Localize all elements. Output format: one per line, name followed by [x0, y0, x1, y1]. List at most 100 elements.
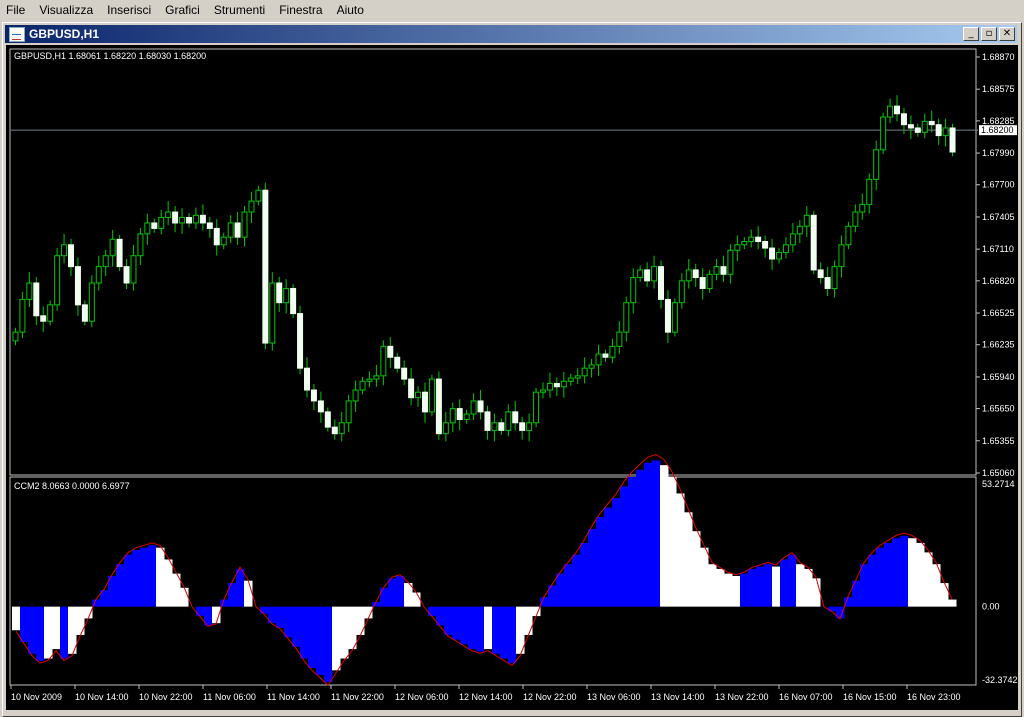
candle: [102, 249, 109, 276]
time-axis-label: 10 Nov 2009: [11, 692, 62, 702]
time-axis-label: 13 Nov 22:00: [715, 692, 769, 702]
histogram-bar: [12, 606, 21, 631]
histogram-bar: [684, 512, 693, 607]
histogram-bar: [60, 606, 69, 659]
candle: [602, 349, 609, 362]
candle: [463, 409, 470, 424]
histogram-bar: [276, 606, 285, 628]
histogram-bar: [492, 606, 501, 654]
histogram-bar: [668, 476, 677, 607]
histogram-bar: [324, 606, 333, 683]
candle: [283, 279, 290, 314]
histogram-bar: [244, 580, 253, 607]
time-axis-label: 16 Nov 23:00: [907, 692, 961, 702]
menu-grafici[interactable]: Grafici: [159, 3, 208, 17]
candle: [428, 374, 435, 417]
histogram-bar: [916, 542, 925, 607]
histogram-bar: [76, 606, 85, 635]
chart-canvas[interactable]: 1.688701.685751.682851.679901.677001.674…: [6, 45, 1018, 710]
histogram-bar: [884, 542, 893, 607]
histogram-bar: [876, 547, 885, 607]
window-titlebar[interactable]: GBPUSD,H1 _ ▫ ✕: [5, 25, 1017, 43]
price-axis-label: 1.67405: [982, 212, 1015, 222]
candle: [942, 118, 949, 147]
candle: [762, 235, 769, 258]
histogram-bar: [332, 606, 341, 671]
candle: [95, 255, 102, 291]
candle: [387, 337, 394, 369]
candle: [644, 262, 651, 287]
histogram-bar: [284, 606, 293, 638]
candle: [651, 255, 658, 289]
candle: [658, 260, 664, 309]
histogram-bar: [796, 564, 805, 607]
histogram-bar: [388, 578, 397, 607]
price-axis-label: 1.67700: [982, 180, 1015, 190]
candle: [248, 191, 255, 223]
candle: [470, 393, 477, 421]
candle: [810, 210, 817, 275]
histogram-bar: [660, 465, 669, 607]
histogram-bar: [588, 528, 597, 607]
histogram-bar: [908, 538, 917, 607]
candle: [505, 404, 512, 437]
histogram-bar: [620, 486, 629, 607]
time-axis-label: 13 Nov 06:00: [587, 692, 641, 702]
time-axis-label: 12 Nov 06:00: [395, 692, 449, 702]
candle: [144, 213, 151, 245]
candle: [415, 386, 422, 407]
candle: [61, 233, 68, 264]
candle: [269, 272, 276, 351]
candle: [449, 402, 456, 433]
restore-button[interactable]: ▫: [981, 27, 997, 41]
histogram-bar: [756, 566, 765, 607]
candle: [560, 372, 567, 398]
candle: [192, 207, 199, 229]
histogram-bar: [116, 564, 125, 607]
histogram-bar: [724, 573, 733, 607]
candle: [352, 380, 359, 412]
price-axis-label: 1.66820: [982, 276, 1015, 286]
histogram-bar: [892, 538, 901, 607]
histogram-bar: [940, 583, 949, 607]
price-axis-label: 1.66235: [982, 340, 1015, 350]
menu-visualizza[interactable]: Visualizza: [33, 3, 101, 17]
histogram-bar: [948, 599, 957, 607]
candle: [803, 206, 810, 238]
histogram-bar: [652, 460, 661, 607]
time-axis-label: 16 Nov 15:00: [843, 692, 897, 702]
candle: [907, 115, 914, 139]
histogram-bar: [556, 573, 565, 607]
candle: [12, 327, 19, 346]
candle: [172, 206, 179, 233]
price-axis-label: 1.67990: [982, 148, 1015, 158]
candle: [484, 405, 491, 440]
histogram-bar: [700, 547, 709, 607]
histogram-bar: [476, 606, 485, 652]
histogram-bar: [580, 542, 589, 607]
candle: [581, 357, 588, 384]
menu-file[interactable]: File: [0, 3, 33, 17]
candle: [179, 208, 186, 234]
histogram-bar: [484, 606, 493, 650]
candle: [887, 98, 894, 124]
menu-inserisci[interactable]: Inserisci: [101, 3, 159, 17]
candle: [456, 399, 463, 431]
candle: [685, 258, 692, 289]
close-button[interactable]: ✕: [999, 27, 1015, 41]
histogram-bar: [788, 554, 797, 607]
candle: [928, 110, 935, 133]
candle: [109, 230, 116, 267]
menu-strumenti[interactable]: Strumenti: [208, 3, 273, 17]
menu-finestra[interactable]: Finestra: [273, 3, 330, 17]
histogram-bar: [644, 462, 653, 607]
candle: [776, 248, 782, 264]
chart-area[interactable]: 1.68870 1.68575 1.68285 1.67990 1.67700 1.674…: [6, 45, 1018, 710]
price-axis-label: 1.65650: [982, 404, 1015, 414]
histogram-bar: [396, 575, 405, 607]
candle: [19, 291, 26, 339]
minimize-button[interactable]: _: [963, 27, 979, 41]
menu-aiuto[interactable]: Aiuto: [331, 3, 372, 17]
histogram-bar: [924, 552, 933, 607]
time-axis-label: 12 Nov 14:00: [459, 692, 513, 702]
